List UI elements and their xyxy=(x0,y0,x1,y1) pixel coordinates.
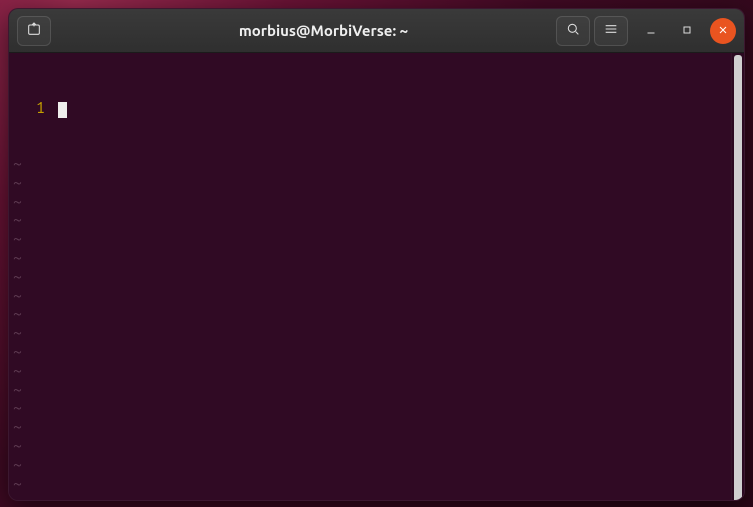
scrollbar[interactable] xyxy=(731,53,744,501)
close-button[interactable] xyxy=(710,18,736,44)
empty-line-marker: ~ xyxy=(13,305,740,324)
terminal-window: morbius@MorbiVerse: ~ xyxy=(8,8,745,501)
line-number: 1 xyxy=(13,99,49,118)
empty-line-marker: ~ xyxy=(13,287,740,306)
titlebar-spacer xyxy=(57,16,91,46)
empty-line-marker: ~ xyxy=(13,475,740,494)
empty-line-marker: ~ xyxy=(13,324,740,343)
new-tab-button[interactable] xyxy=(17,16,51,46)
empty-line-marker: ~ xyxy=(13,399,740,418)
empty-line-marker: ~ xyxy=(13,418,740,437)
scrollbar-thumb[interactable] xyxy=(734,55,742,501)
empty-line-marker: ~ xyxy=(13,230,740,249)
empty-line-marker: ~ xyxy=(13,362,740,381)
empty-line-marker: ~ xyxy=(13,493,740,501)
empty-line-marker: ~ xyxy=(13,343,740,362)
menu-button[interactable] xyxy=(594,16,628,46)
empty-lines: ~~~~~~~~~~~~~~~~~~~~~ xyxy=(13,155,740,501)
maximize-button[interactable] xyxy=(674,18,700,44)
empty-line-marker: ~ xyxy=(13,381,740,400)
terminal-body: 1 ~~~~~~~~~~~~~~~~~~~~~ :set number 0,0-… xyxy=(9,53,744,501)
empty-line-marker: ~ xyxy=(13,155,740,174)
titlebar: morbius@MorbiVerse: ~ xyxy=(9,9,744,53)
editor-line-1: 1 xyxy=(13,99,740,118)
minimize-icon xyxy=(645,22,657,40)
empty-line-marker: ~ xyxy=(13,193,740,212)
text-cursor xyxy=(58,102,67,118)
close-icon xyxy=(717,22,729,40)
empty-line-marker: ~ xyxy=(13,174,740,193)
search-button[interactable] xyxy=(556,16,590,46)
window-title: morbius@MorbiVerse: ~ xyxy=(97,22,550,39)
empty-line-marker: ~ xyxy=(13,437,740,456)
empty-line-marker: ~ xyxy=(13,249,740,268)
maximize-icon xyxy=(681,22,693,40)
empty-line-marker: ~ xyxy=(13,456,740,475)
new-tab-icon xyxy=(26,21,42,41)
search-icon xyxy=(565,21,581,41)
hamburger-icon xyxy=(603,21,619,41)
vim-editor[interactable]: 1 ~~~~~~~~~~~~~~~~~~~~~ :set number 0,0-… xyxy=(9,53,744,501)
empty-line-marker: ~ xyxy=(13,211,740,230)
minimize-button[interactable] xyxy=(638,18,664,44)
empty-line-marker: ~ xyxy=(13,268,740,287)
